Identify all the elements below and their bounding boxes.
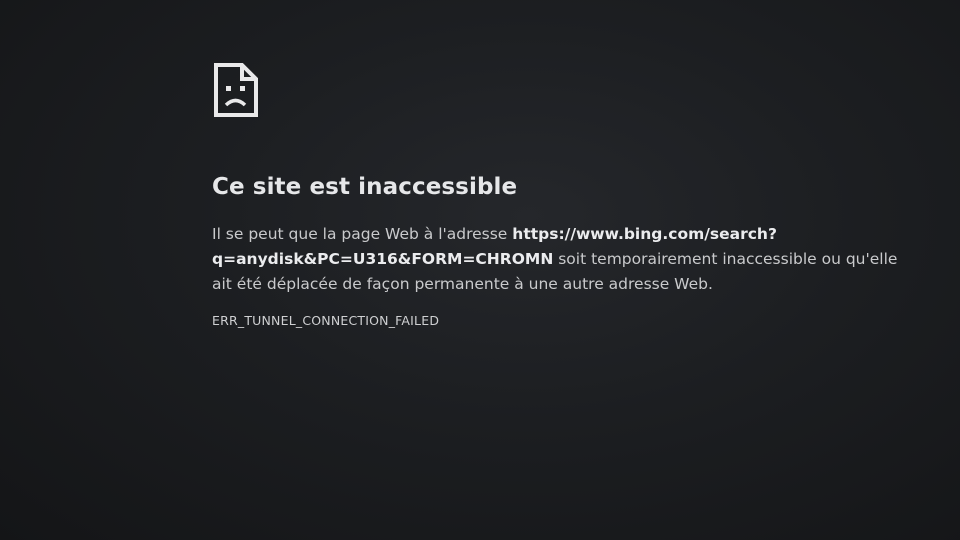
error-page: Ce site est inaccessible Il se peut que … [212, 62, 912, 328]
message-prefix: Il se peut que la page Web à l'adresse [212, 225, 513, 243]
error-title: Ce site est inaccessible [212, 174, 518, 200]
sad-page-icon [214, 63, 258, 117]
error-message: Il se peut que la page Web à l'adresse h… [212, 222, 902, 297]
error-code: ERR_TUNNEL_CONNECTION_FAILED [212, 313, 440, 328]
